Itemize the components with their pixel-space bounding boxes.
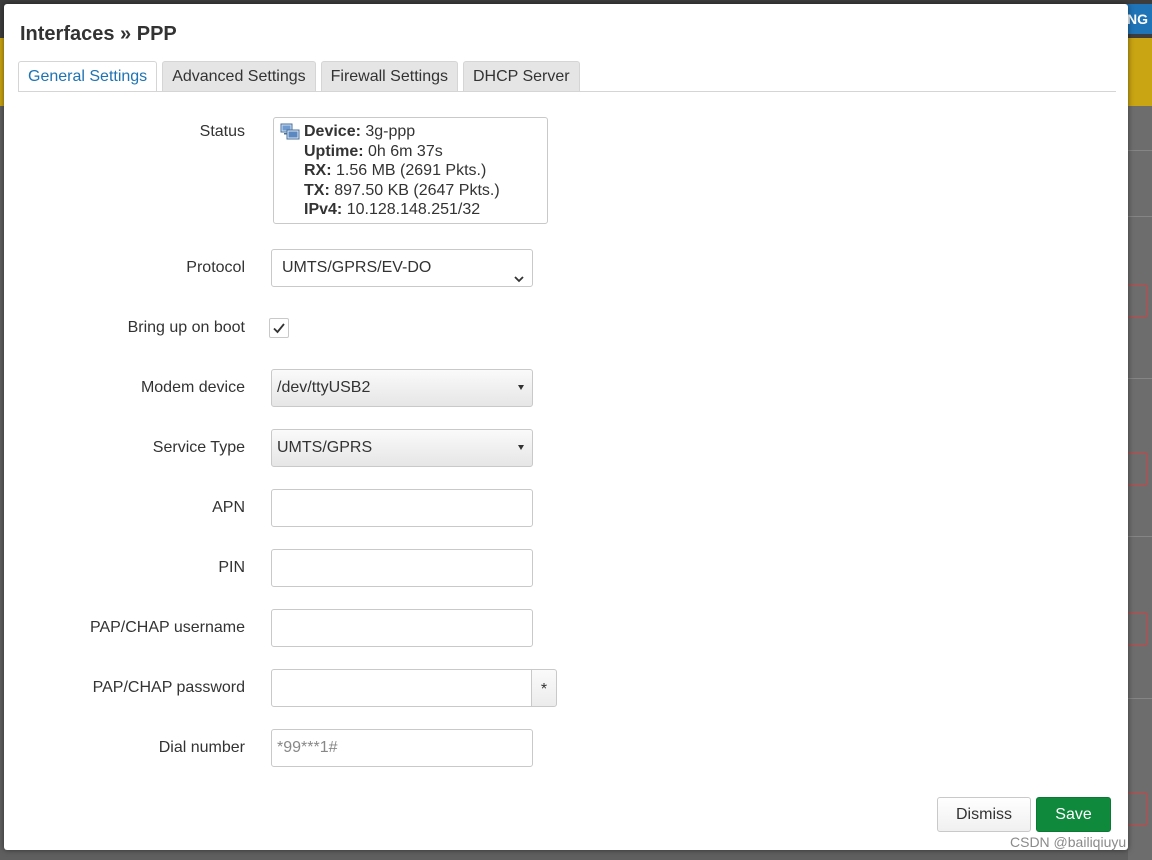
password-reveal-toggle[interactable]: *	[531, 669, 557, 707]
bring-up-on-boot-row: Bring up on boot	[4, 309, 1128, 347]
interface-edit-modal: Interfaces » PPP General Settings Advanc…	[4, 4, 1128, 850]
background-red-button	[1128, 284, 1148, 318]
modem-device-value: /dev/ttyUSB2	[277, 379, 371, 396]
pap-chap-password-row: PAP/CHAP password *	[4, 669, 1128, 707]
watermark: CSDN @bailiqiuyu	[1010, 834, 1127, 850]
tab-bar: General Settings Advanced Settings Firew…	[18, 61, 580, 92]
tab-divider	[18, 91, 1116, 92]
status-line-rx: RX: 1.56 MB (2691 Pkts.)	[304, 162, 487, 180]
apn-label: APN	[212, 499, 245, 516]
pap-chap-password-input[interactable]	[271, 669, 532, 707]
status-line-uptime: Uptime: 0h 6m 37s	[304, 142, 443, 160]
bring-up-on-boot-label: Bring up on boot	[127, 319, 245, 336]
dropdown-triangle-icon	[518, 385, 524, 390]
network-device-icon	[280, 123, 300, 141]
service-type-value: UMTS/GPRS	[277, 439, 373, 456]
tab-general-settings[interactable]: General Settings	[18, 61, 158, 92]
background-table-edge	[1128, 106, 1152, 860]
dial-number-label: Dial number	[158, 739, 245, 756]
pap-chap-username-input[interactable]	[271, 609, 533, 647]
protocol-select[interactable]: UMTS/GPRS/EV-DO	[271, 249, 533, 287]
pin-input[interactable]	[271, 549, 533, 587]
protocol-label: Protocol	[186, 259, 245, 276]
modal-title: Interfaces » PPP	[20, 23, 177, 45]
modem-device-label: Modem device	[140, 379, 245, 396]
background-red-button	[1128, 792, 1148, 826]
dismiss-button[interactable]: Dismiss	[937, 797, 1031, 832]
service-type-label: Service Type	[152, 439, 245, 456]
dropdown-triangle-icon	[518, 445, 524, 450]
status-line-device: Device: 3g-ppp	[304, 123, 416, 140]
save-button[interactable]: Save	[1036, 797, 1111, 832]
apn-row: APN	[4, 489, 1128, 527]
background-red-button	[1128, 612, 1148, 646]
apn-input[interactable]	[271, 489, 533, 527]
pin-label: PIN	[218, 559, 245, 576]
service-type-select[interactable]: UMTS/GPRS	[271, 429, 533, 467]
tab-dhcp-server[interactable]: DHCP Server	[462, 61, 580, 91]
service-type-row: Service Type UMTS/GPRS	[4, 429, 1128, 467]
tab-firewall-settings[interactable]: Firewall Settings	[320, 61, 458, 91]
status-line-ipv4: IPv4: 10.128.148.251/32	[304, 201, 481, 219]
pap-chap-username-label: PAP/CHAP username	[89, 619, 245, 636]
chevron-down-icon	[514, 262, 524, 283]
pap-chap-username-row: PAP/CHAP username	[4, 609, 1128, 647]
status-line-tx: TX: 897.50 KB (2647 Pkts.)	[304, 181, 500, 199]
tab-advanced-settings[interactable]: Advanced Settings	[162, 61, 316, 91]
dial-number-input[interactable]	[271, 729, 533, 767]
dial-number-row: Dial number	[4, 729, 1128, 767]
checkmark-icon	[273, 323, 285, 334]
modem-device-row: Modem device /dev/ttyUSB2	[4, 369, 1128, 407]
pap-chap-password-label: PAP/CHAP password	[92, 679, 245, 696]
status-label: Status	[199, 123, 245, 140]
status-lines: Device: 3g-ppp Uptime: 0h 6m 37s RX: 1.5…	[304, 122, 500, 220]
status-box: Device: 3g-ppp Uptime: 0h 6m 37s RX: 1.5…	[273, 117, 548, 224]
modem-device-select[interactable]: /dev/ttyUSB2	[271, 369, 533, 407]
background-red-button	[1128, 452, 1148, 486]
protocol-value: UMTS/GPRS/EV-DO	[282, 259, 432, 276]
bring-up-on-boot-checkbox[interactable]	[269, 318, 289, 338]
protocol-row: Protocol UMTS/GPRS/EV-DO	[4, 249, 1128, 287]
pin-row: PIN	[4, 549, 1128, 587]
